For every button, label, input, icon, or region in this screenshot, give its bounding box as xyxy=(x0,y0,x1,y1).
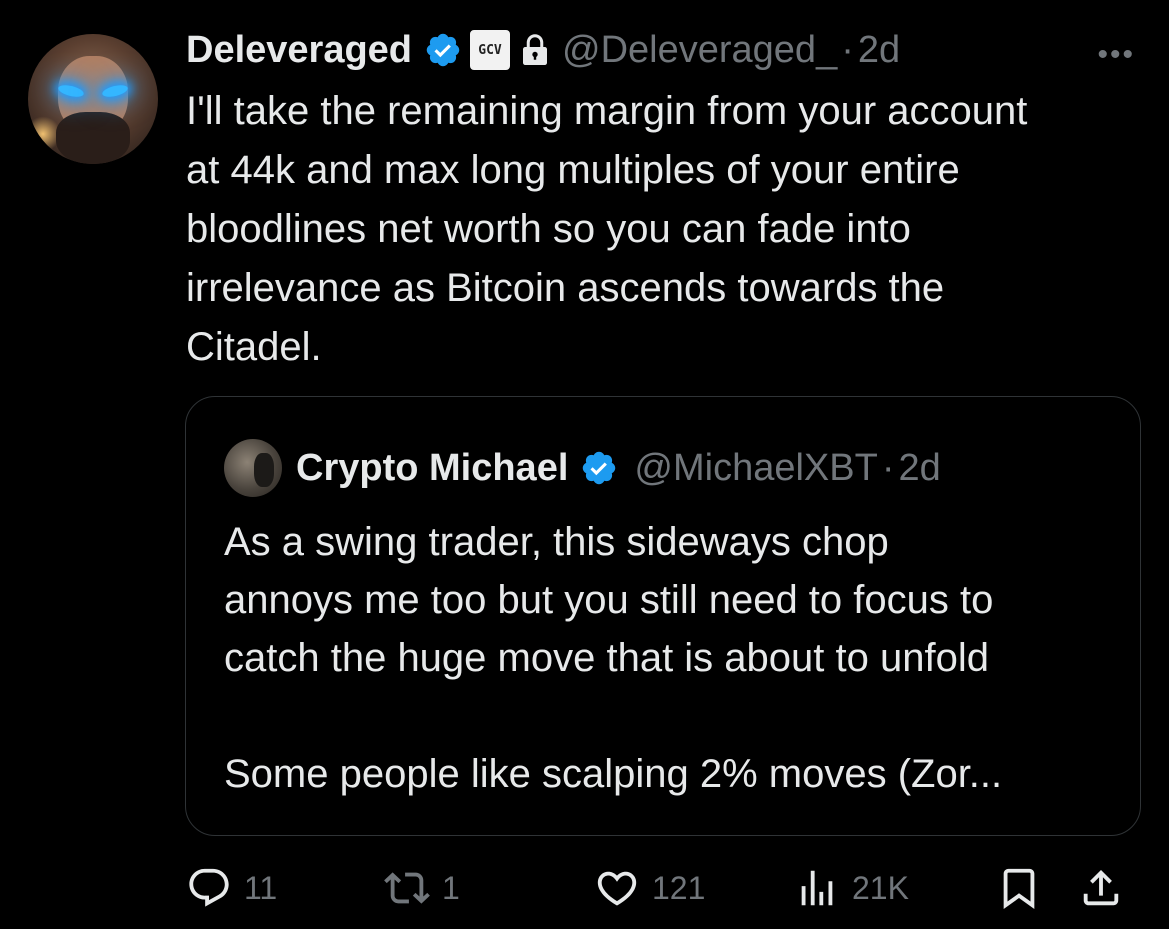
quoted-text-line: As a swing trader, this sideways chop xyxy=(224,520,889,564)
reply-button[interactable]: 11 xyxy=(186,862,277,914)
share-button[interactable] xyxy=(1078,862,1124,914)
quoted-tweet-time[interactable]: 2d xyxy=(898,447,940,490)
repost-count: 1 xyxy=(442,869,460,906)
quoted-author-avatar[interactable] xyxy=(224,439,282,497)
views-button[interactable]: 21K xyxy=(794,862,909,914)
quoted-tweet-header: Crypto Michael @MichaelXBT · 2d xyxy=(224,439,941,497)
lock-icon xyxy=(520,32,550,68)
quoted-author-handle[interactable]: @MichaelXBT xyxy=(634,447,877,490)
author-avatar[interactable] xyxy=(28,34,158,164)
tweet-action-bar: 11 1 121 21K xyxy=(186,862,1136,914)
reply-icon xyxy=(186,865,232,911)
affiliation-badge[interactable]: GCV xyxy=(470,30,511,70)
like-button[interactable]: 121 xyxy=(594,862,705,914)
author-name[interactable]: Deleveraged xyxy=(186,29,412,72)
more-options-button[interactable]: ••• xyxy=(1097,38,1135,72)
quoted-author-name[interactable]: Crypto Michael xyxy=(296,447,568,490)
author-handle[interactable]: @Deleveraged_ xyxy=(562,29,837,72)
quoted-text-line: catch the huge move that is about to unf… xyxy=(224,636,989,680)
quoted-tweet-text: As a swing trader, this sideways chop an… xyxy=(224,513,1124,803)
tweet-text-line: Citadel. xyxy=(186,325,322,369)
tweet-text-line: I'll take the remaining margin from your… xyxy=(186,89,1028,133)
quoted-text-line: annoys me too but you still need to focu… xyxy=(224,578,994,622)
quoted-tweet-card[interactable]: Crypto Michael @MichaelXBT · 2d As a swi… xyxy=(185,396,1141,836)
verified-badge-icon[interactable] xyxy=(424,31,462,69)
quoted-text-truncated: Some people like scalping 2% moves (Zor.… xyxy=(224,752,1003,796)
avatar-figure xyxy=(254,453,274,487)
heart-icon xyxy=(594,865,640,911)
tweet-text: I'll take the remaining margin from your… xyxy=(186,82,1146,377)
bookmark-icon xyxy=(996,865,1042,911)
share-icon xyxy=(1078,865,1124,911)
repost-button[interactable]: 1 xyxy=(384,862,460,914)
tweet-text-line: irrelevance as Bitcoin ascends towards t… xyxy=(186,266,945,310)
avatar-background xyxy=(28,114,58,154)
like-count: 121 xyxy=(652,869,706,906)
views-count: 21K xyxy=(852,869,909,906)
analytics-icon xyxy=(794,865,840,911)
verified-badge-icon[interactable] xyxy=(580,449,618,487)
tweet-text-line: bloodlines net worth so you can fade int… xyxy=(186,207,911,251)
avatar-beard xyxy=(56,112,130,164)
repost-icon xyxy=(384,865,430,911)
tweet-time[interactable]: 2d xyxy=(858,29,900,72)
bookmark-button[interactable] xyxy=(996,862,1042,914)
separator-dot: · xyxy=(841,28,854,71)
tweet-header: Deleveraged GCV @Deleveraged_ · 2d xyxy=(186,26,900,74)
tweet-text-line: at 44k and max long multiples of your en… xyxy=(186,148,960,192)
reply-count: 11 xyxy=(244,869,278,906)
separator-dot: · xyxy=(881,446,895,489)
